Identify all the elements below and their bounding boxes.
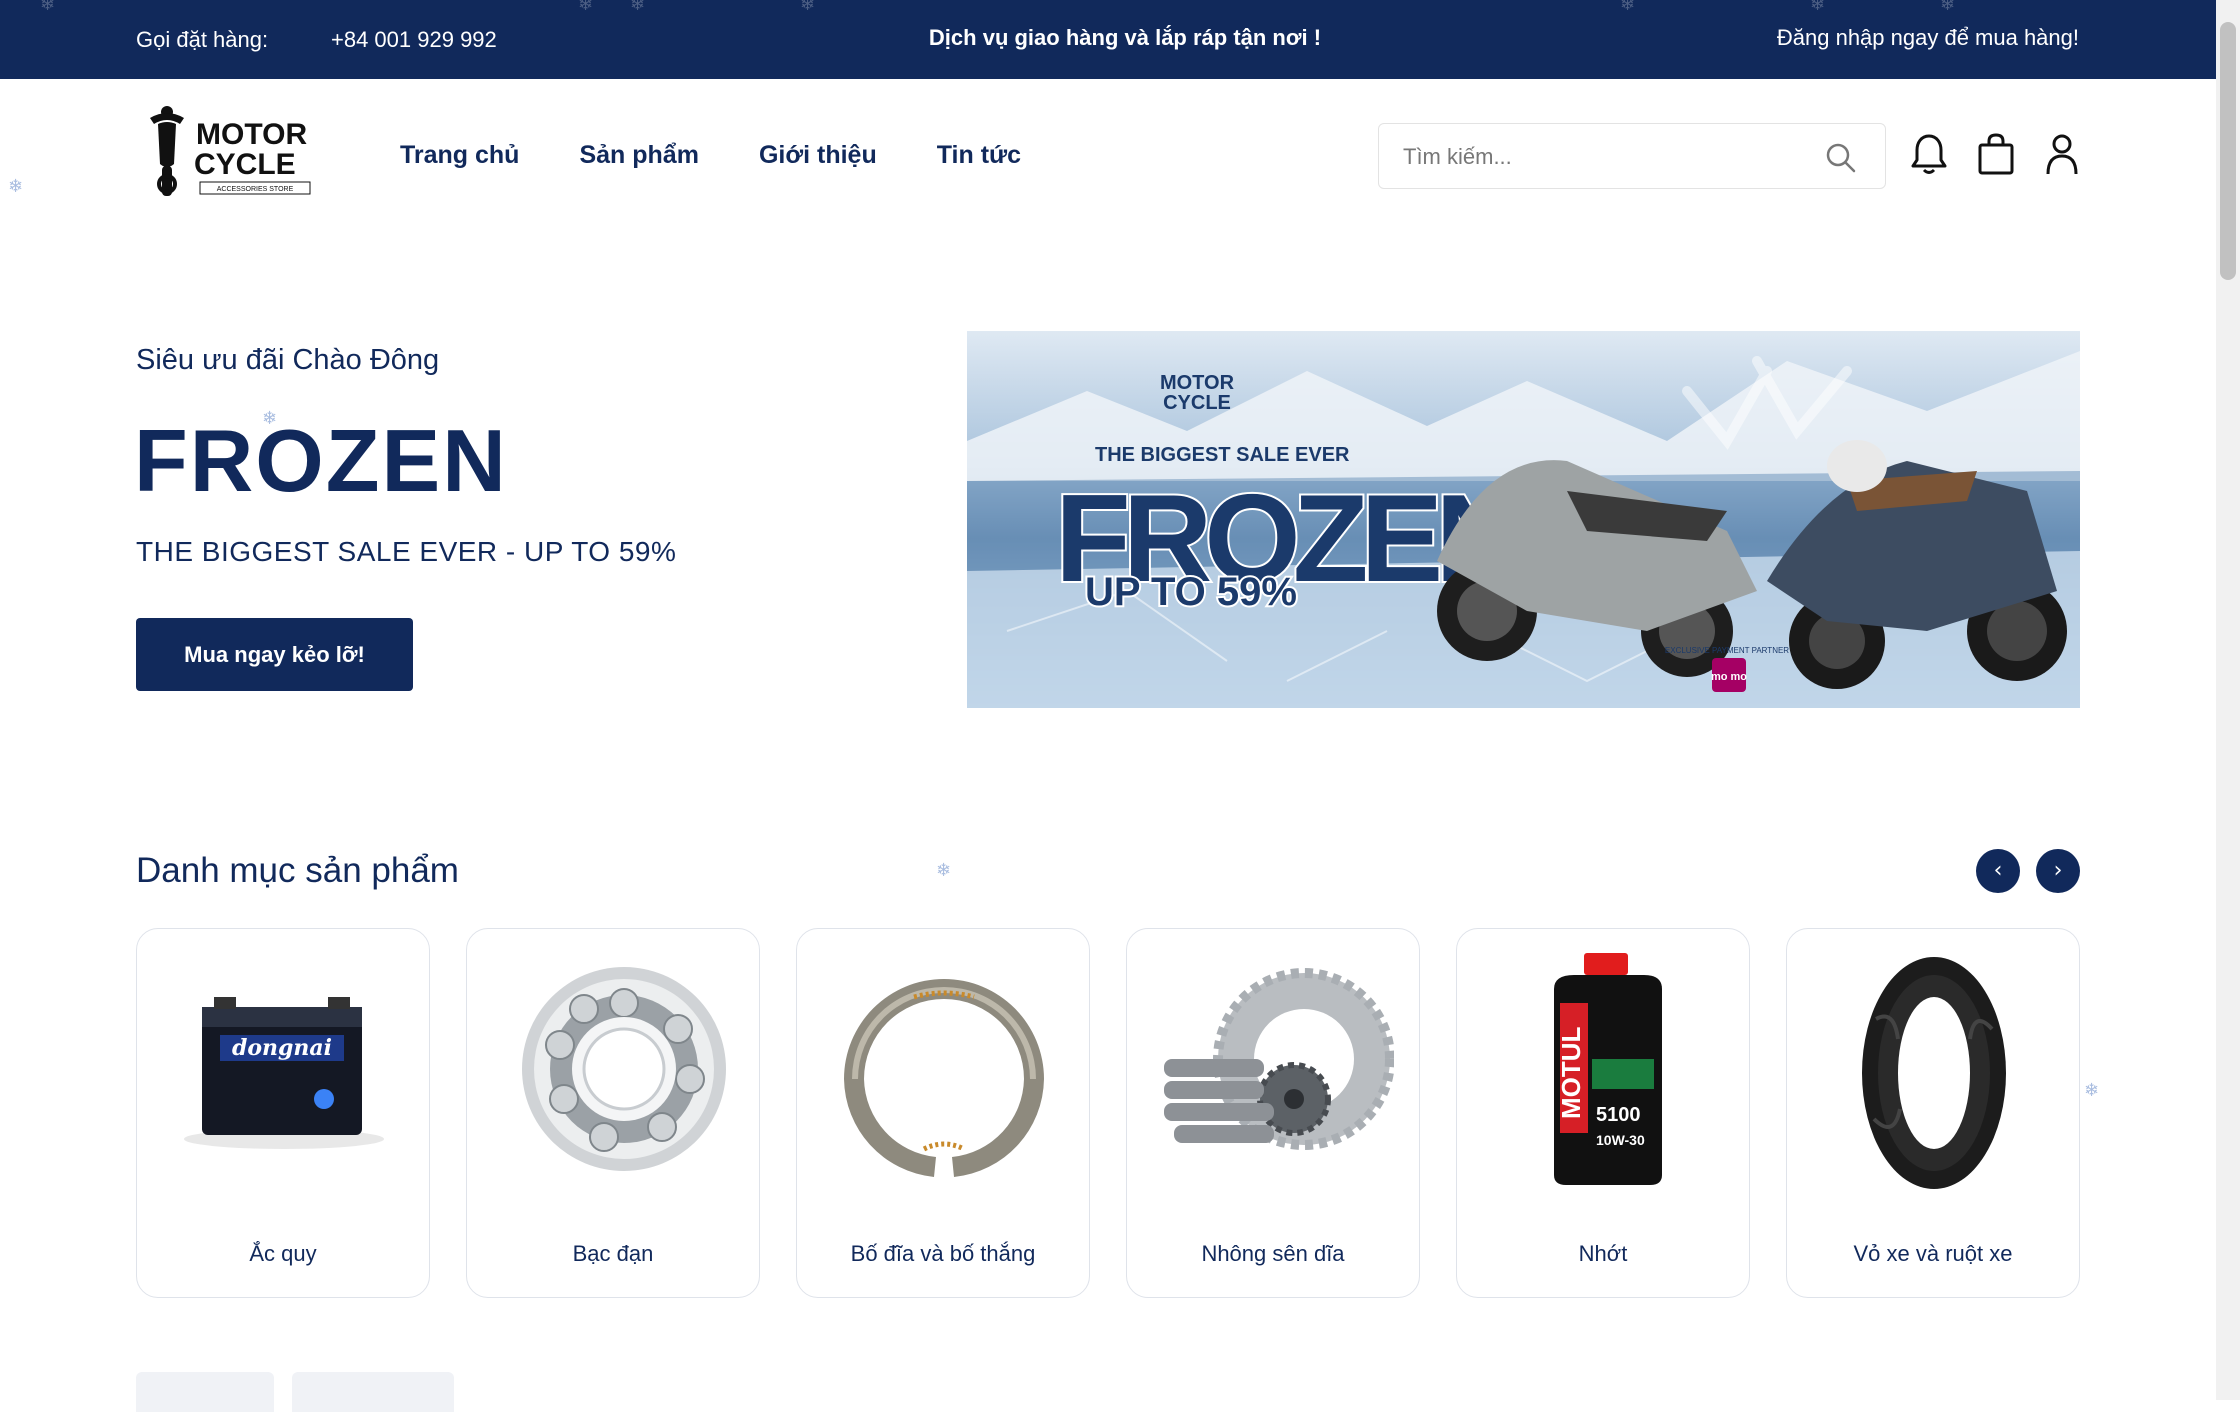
- tab-partial[interactable]: [292, 1372, 454, 1412]
- category-label: Bạc đạn: [572, 1241, 654, 1266]
- category-card-bearing[interactable]: Bạc đạn: [466, 928, 760, 1298]
- search-icon[interactable]: [1825, 142, 1857, 174]
- top-bar: ❄ ❄ ❄ ❄ ❄ ❄ ❄ Gọi đặt hàng: +84 001 929 …: [0, 0, 2216, 79]
- prev-arrow-button[interactable]: ‹: [1976, 849, 2020, 893]
- nav-item-home[interactable]: Trang chủ: [400, 141, 519, 170]
- snowflake-icon: ❄: [936, 860, 952, 881]
- category-label: Bố đĩa và bố thắng: [850, 1241, 1036, 1266]
- promo-banner[interactable]: MOTOR CYCLE THE BIGGEST SALE EVER FROZEN…: [967, 331, 2080, 708]
- bearing-image: [522, 967, 726, 1171]
- banner-headline: THE BIGGEST SALE EVER: [1095, 444, 1350, 466]
- oil-viscosity: 10W-30: [1596, 1132, 1645, 1148]
- category-heading: Danh mục sản phẩm: [136, 851, 459, 890]
- category-list: dongnai Ắc quy Bạc đạn Bố đĩa và bố thắn…: [136, 928, 2080, 1298]
- banner-logo-cycle: CYCLE: [1163, 392, 1231, 414]
- login-prompt-link[interactable]: Đăng nhập ngay để mua hàng!: [1777, 25, 2079, 51]
- banner-partner-label: EXCLUSIVE PAYMENT PARTNER: [1665, 646, 1789, 655]
- snowflake-icon: ❄: [578, 0, 594, 14]
- tab-partial[interactable]: [136, 1372, 274, 1412]
- snowflake-icon: ❄: [1940, 0, 1956, 14]
- oil-grade: 5100: [1596, 1104, 1641, 1126]
- nav-item-about[interactable]: Giới thiệu: [759, 141, 877, 170]
- snowflake-icon: ❄: [630, 0, 646, 14]
- snowflake-icon: ❄: [2084, 1080, 2100, 1101]
- oil-brand: MOTUL: [1556, 1026, 1586, 1119]
- bottom-tabs: [136, 1372, 454, 1412]
- nav-item-products[interactable]: Sản phẩm: [579, 141, 698, 170]
- snowflake-icon: ❄: [8, 176, 24, 197]
- snowflake-icon: ❄: [1620, 0, 1636, 14]
- user-icon[interactable]: [2042, 132, 2082, 176]
- hero-tagline: THE BIGGEST SALE EVER - UP TO 59%: [136, 536, 677, 567]
- main-nav: Trang chủ Sản phẩm Giới thiệu Tin tức: [400, 141, 1021, 170]
- snowflake-icon: ❄: [262, 408, 278, 429]
- category-card-brake[interactable]: Bố đĩa và bố thắng: [796, 928, 1090, 1298]
- page-scrollbar[interactable]: [2216, 0, 2240, 1400]
- banner-discount: UP TO 59%: [1085, 570, 1297, 614]
- logo-text-cycle: CYCLE: [194, 148, 296, 181]
- search-input[interactable]: [1401, 140, 1805, 174]
- oil-bottle-image: MOTUL 5100 10W-30: [1554, 953, 1662, 1185]
- bag-icon[interactable]: [1976, 132, 2016, 176]
- hero-subtitle: Siêu ưu đãi Chào Đông: [136, 344, 440, 376]
- category-label: Nhớt: [1578, 1241, 1628, 1266]
- nav-item-news[interactable]: Tin tức: [937, 141, 1021, 170]
- scrollbar-thumb[interactable]: [2220, 22, 2236, 280]
- buy-now-button[interactable]: Mua ngay kẻo lỡ!: [136, 618, 413, 691]
- category-card-battery[interactable]: dongnai Ắc quy: [136, 928, 430, 1298]
- brake-shoe-image: [844, 979, 1044, 1177]
- battery-brand: dongnai: [232, 1035, 332, 1061]
- tire-image: [1862, 957, 2006, 1189]
- category-label: Ắc quy: [249, 1241, 317, 1266]
- momo-logo-text: mo mo: [1711, 671, 1747, 683]
- category-card-oil[interactable]: MOTUL 5100 10W-30 Nhớt: [1456, 928, 1750, 1298]
- snowflake-icon: ❄: [800, 0, 816, 14]
- search-box: [1378, 123, 1886, 189]
- bell-icon[interactable]: [1909, 132, 1949, 176]
- category-label: Vỏ xe và ruột xe: [1853, 1241, 2013, 1266]
- category-card-tire[interactable]: Vỏ xe và ruột xe: [1786, 928, 2080, 1298]
- site-logo[interactable]: MOTOR CYCLE ACCESSORIES STORE: [140, 104, 312, 200]
- snowflake-icon: ❄: [1810, 0, 1826, 14]
- category-label: Nhông sên dĩa: [1201, 1241, 1345, 1266]
- category-card-sprocket[interactable]: Nhông sên dĩa: [1126, 928, 1420, 1298]
- logo-tagline: ACCESSORIES STORE: [217, 186, 294, 193]
- battery-image: dongnai: [184, 997, 384, 1149]
- hero-title: FROZEN: [134, 411, 508, 510]
- next-arrow-button[interactable]: ›: [2036, 849, 2080, 893]
- sprocket-chain-image: [1164, 968, 1394, 1150]
- snowflake-icon: ❄: [40, 0, 56, 14]
- banner-logo-motor: MOTOR: [1160, 372, 1235, 394]
- logo-text-motor: MOTOR: [196, 118, 307, 151]
